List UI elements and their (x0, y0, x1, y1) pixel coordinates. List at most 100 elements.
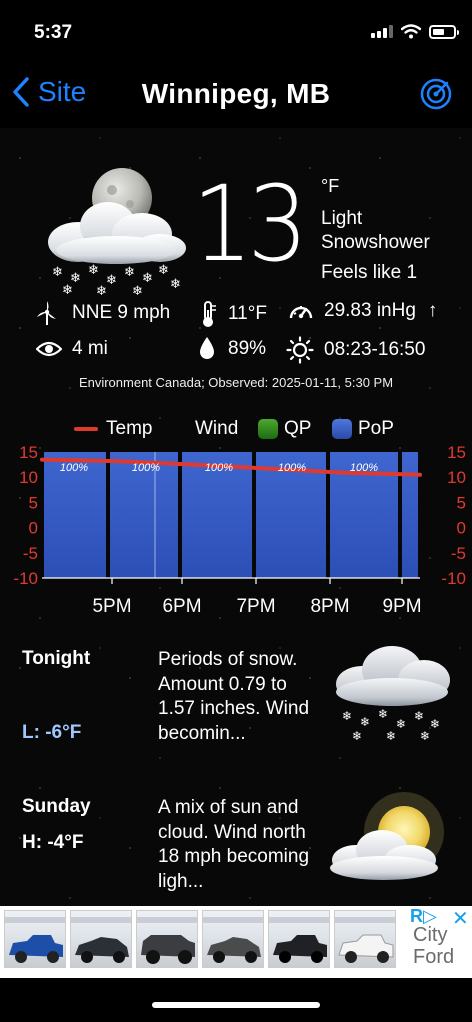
condition-line-2: Snowshower (321, 232, 430, 253)
observation-source: Environment Canada; Observed: 2025-01-11… (78, 375, 394, 390)
svg-text:❄: ❄ (142, 271, 153, 286)
condition-line-1: Light (321, 208, 363, 229)
chart-legend: Temp Wind QP PoP (0, 418, 472, 442)
status-time: 5:37 (34, 22, 73, 43)
ad-brand-name[interactable]: City Ford (413, 924, 454, 968)
svg-text:❄: ❄ (132, 284, 143, 298)
svg-text:❄: ❄ (62, 283, 73, 298)
pop-swatch (332, 419, 352, 439)
pressure-trend-icon: ↑ (427, 300, 438, 321)
droplet-icon (200, 337, 214, 359)
svg-text:❄: ❄ (360, 715, 370, 729)
forecast-temp-1: H: -4°F (22, 832, 84, 853)
y-tick-label-left: 5 (29, 493, 38, 512)
legend-pop[interactable]: PoP (332, 418, 394, 440)
cloud-snow-icon: ❄ ❄❄ ❄❄❄ ❄ ❄ ❄ (336, 646, 450, 743)
y-tick-label-right: -10 (441, 569, 466, 588)
wind-value: NNE 9 mph (72, 302, 171, 323)
svg-text:❄: ❄ (52, 265, 63, 280)
y-tick-label-left: -5 (23, 544, 38, 563)
x-tick-label: 6PM (162, 596, 201, 617)
svg-text:❄: ❄ (88, 263, 99, 278)
legend-qp-label: QP (284, 418, 312, 439)
gauge-icon (289, 306, 313, 319)
dew-point-stat: 11°F (198, 300, 267, 328)
radar-button[interactable] (420, 78, 452, 115)
forecast-text-1[interactable]: A mix of sun and cloud. Wind north 18 mp… (158, 796, 328, 894)
x-tick-label: 9PM (382, 596, 421, 617)
visibility-value: 4 mi (72, 338, 108, 359)
temp-swatch (74, 427, 98, 431)
pop-data-label: 100% (205, 462, 233, 474)
y-tick-label-left: -10 (13, 569, 38, 588)
y-tick-label-left: 10 (19, 468, 38, 487)
svg-text:❄: ❄ (430, 717, 440, 731)
home-indicator[interactable] (152, 1002, 320, 1008)
legend-wind[interactable]: Wind (195, 418, 238, 440)
pop-data-label: 100% (60, 462, 88, 474)
humidity-stat: 89% (196, 336, 266, 362)
hourly-chart[interactable]: 151050-5-10 151050-5-10 5PM 6PM 7PM 8PM 9PM … (0, 440, 472, 620)
ad-truck-image-6[interactable] (334, 910, 396, 968)
legend-qp[interactable]: QP (258, 418, 311, 440)
battery-icon (429, 24, 459, 39)
svg-text:❄: ❄ (158, 263, 169, 278)
ad-truck-image-1[interactable] (4, 910, 66, 968)
forecast-text-0[interactable]: Periods of snow. Amount 0.79 to 1.57 inc… (158, 648, 328, 746)
ad-close-button[interactable]: ✕ (452, 906, 469, 931)
pop-data-label: 100% (350, 462, 378, 474)
x-tick-label: 5PM (92, 596, 131, 617)
humidity-value: 89% (228, 338, 267, 359)
wind-turbine-icon (37, 301, 56, 325)
legend-wind-label: Wind (195, 418, 239, 439)
sun-stat: 08:23-16:50 (286, 336, 425, 364)
ad-truck-image-5[interactable] (268, 910, 330, 968)
svg-text:❄: ❄ (96, 284, 107, 298)
ad-truck-image-2[interactable] (70, 910, 132, 968)
ad-truck-image-3[interactable] (136, 910, 198, 968)
svg-text:❄: ❄ (124, 265, 135, 280)
forecast-period-0: Tonight (22, 648, 91, 669)
pressure-value: 29.83 inHg (324, 300, 416, 321)
x-tick-label: 8PM (310, 596, 349, 617)
feels-like: Feels like 1 (321, 262, 418, 283)
y-tick-label-right: 0 (457, 519, 466, 538)
svg-text:❄: ❄ (342, 709, 352, 723)
y-tick-label-left: 15 (19, 443, 38, 462)
svg-text:❄: ❄ (352, 729, 362, 743)
y-tick-label-left: 0 (29, 519, 38, 538)
cellular-signal-icon (371, 25, 393, 38)
legend-pop-label: PoP (358, 418, 394, 439)
navigation-bar: Site Winnipeg, MB (0, 66, 472, 126)
wind-stat: NNE 9 mph (36, 300, 170, 326)
current-condition: Light Snowshower (321, 207, 430, 255)
eye-icon (36, 341, 62, 357)
ad-truck-image-4[interactable] (202, 910, 264, 968)
svg-text:❄: ❄ (378, 707, 388, 721)
forecast-period-1: Sunday (22, 796, 91, 817)
y-tick-label-right: 5 (457, 493, 466, 512)
ad-banner[interactable] (0, 906, 472, 978)
pop-bar (402, 452, 418, 578)
qp-swatch (258, 419, 278, 439)
y-tick-label-right: -5 (451, 544, 466, 563)
moon-cloud-snow-icon: ❄ ❄❄ ❄❄ ❄ ❄❄ ❄ ❄ ❄ (48, 168, 186, 298)
sun-icon (286, 336, 314, 364)
svg-text:❄: ❄ (414, 709, 424, 723)
sun-cloud-icon (330, 792, 444, 880)
dew-point-value: 11°F (228, 303, 267, 324)
y-tick-label-right: 10 (447, 468, 466, 487)
wifi-icon (401, 24, 421, 39)
svg-text:❄: ❄ (386, 729, 396, 743)
svg-text:❄: ❄ (396, 717, 406, 731)
svg-text:❄: ❄ (106, 273, 117, 288)
ad-brand-line-2: Ford (413, 946, 455, 968)
temperature-unit: °F (321, 176, 340, 196)
page-title: Winnipeg, MB (141, 78, 331, 109)
svg-text:❄: ❄ (420, 729, 430, 743)
sunrise-sunset-value: 08:23-16:50 (324, 339, 426, 360)
legend-temp-label: Temp (106, 418, 153, 439)
legend-temp[interactable]: Temp (74, 418, 152, 440)
pressure-stat: 29.83 inHg ↑ (288, 300, 437, 322)
x-tick-label: 7PM (236, 596, 275, 617)
